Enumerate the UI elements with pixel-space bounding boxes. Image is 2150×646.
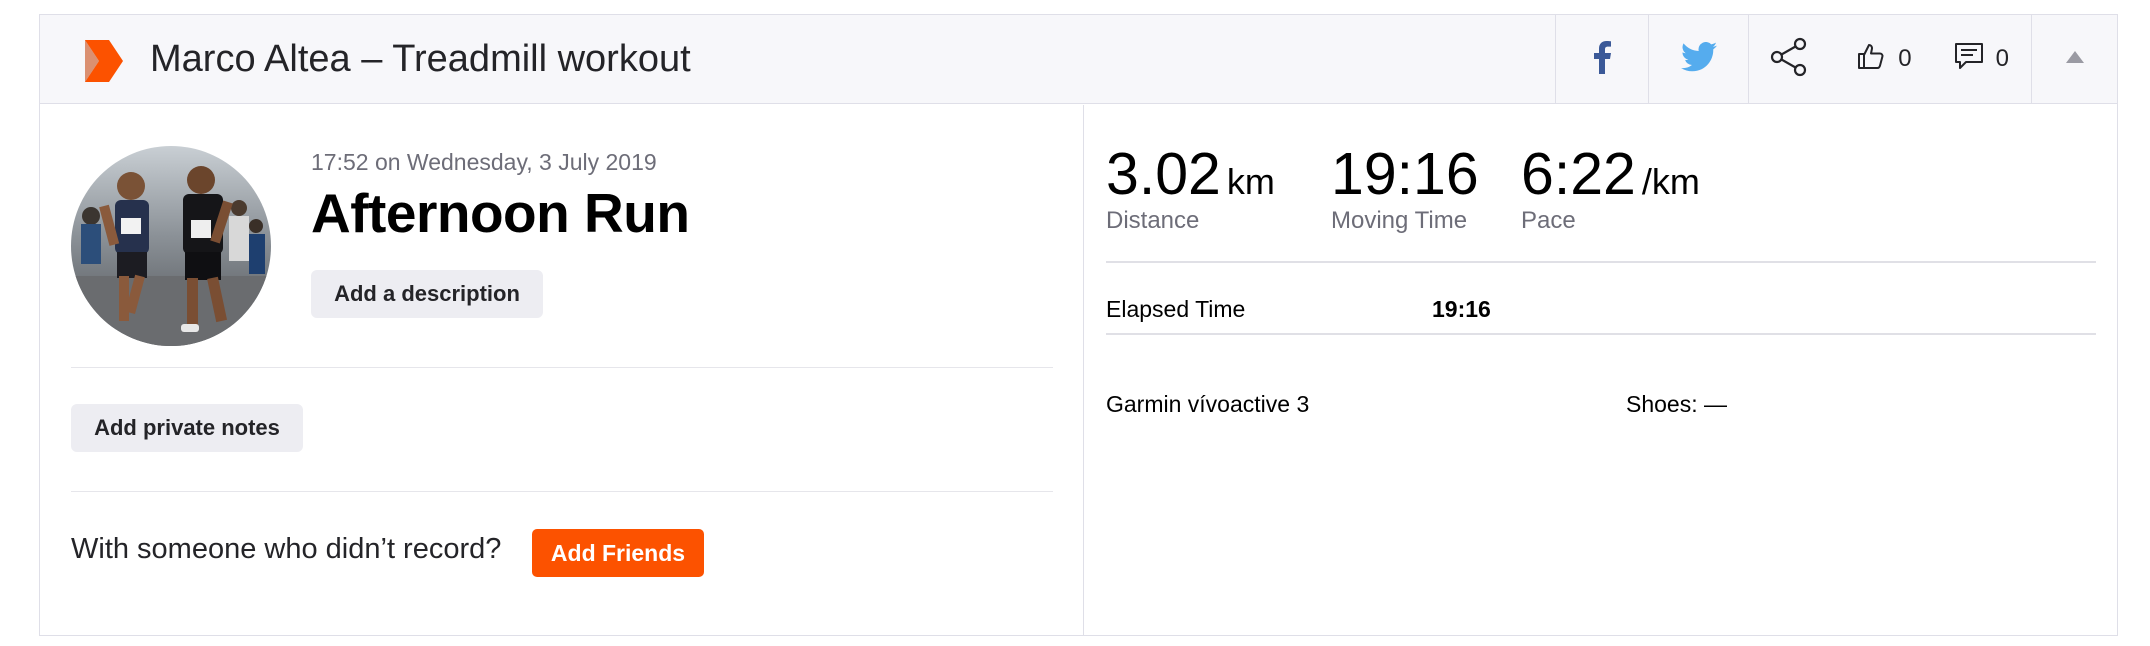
activity-title[interactable]: Afternoon Run <box>311 181 690 245</box>
twitter-share-button[interactable] <box>1648 15 1748 103</box>
elapsed-time-value: 19:16 <box>1432 296 1491 322</box>
pace-value: 6:22 <box>1521 141 1636 207</box>
social-counts: 0 0 <box>1828 15 2031 103</box>
comments-button[interactable]: 0 <box>1954 41 2009 78</box>
kudos-count: 0 <box>1898 45 1912 72</box>
header-title: Marco Altea – Treadmill workout <box>150 38 691 80</box>
share-button[interactable] <box>1748 15 1828 103</box>
thumbs-up-icon <box>1856 41 1886 78</box>
facebook-icon <box>1593 40 1612 79</box>
distance-unit: km <box>1226 161 1275 202</box>
comments-count: 0 <box>1995 45 2009 72</box>
brand-chevron-icon <box>85 40 123 82</box>
pace-label: Pace <box>1521 207 1576 234</box>
activity-summary: 17:52 on Wednesday, 3 July 2019 Afternoo… <box>40 105 1084 635</box>
activity-stats: 3.02 km Distance 19:16 Moving Time 6:22/k… <box>1085 105 2117 635</box>
shoes-info: Shoes: — <box>1626 391 1727 417</box>
comment-icon <box>1954 41 1984 78</box>
moving-time-value: 19:16 <box>1331 141 1479 207</box>
distance-value: 3.02 <box>1106 141 1221 207</box>
facebook-share-button[interactable] <box>1555 15 1648 103</box>
activity-header: Marco Altea – Treadmill workout 0 0 <box>40 15 2117 104</box>
caret-up-icon <box>2065 50 2084 68</box>
add-description-button[interactable]: Add a description <box>311 270 543 318</box>
share-icon <box>1769 37 1809 82</box>
header-actions: 0 0 <box>1555 15 2117 103</box>
divider <box>71 367 1053 368</box>
avatar[interactable] <box>71 146 271 346</box>
pace-unit: /km <box>1641 161 1700 202</box>
divider <box>71 491 1053 492</box>
divider <box>1106 333 2096 335</box>
stat-distance: 3.02 km Distance <box>1106 143 1275 235</box>
divider <box>1106 261 2096 263</box>
activity-card: Marco Altea – Treadmill workout 0 0 17:5… <box>39 14 2118 636</box>
collapse-button[interactable] <box>2031 15 2117 103</box>
add-private-notes-button[interactable]: Add private notes <box>71 404 303 452</box>
stat-moving-time: 19:16 Moving Time <box>1331 143 1479 235</box>
stat-pace: 6:22/km Pace <box>1521 143 1700 235</box>
friends-prompt: With someone who didn’t record? <box>71 533 502 565</box>
moving-time-label: Moving Time <box>1331 207 1468 234</box>
device-name: Garmin vívoactive 3 <box>1106 391 1310 417</box>
twitter-icon <box>1680 41 1717 77</box>
kudos-button[interactable]: 0 <box>1856 41 1912 78</box>
distance-label: Distance <box>1106 207 1200 234</box>
activity-timestamp: 17:52 on Wednesday, 3 July 2019 <box>311 149 657 175</box>
add-friends-button[interactable]: Add Friends <box>532 529 704 577</box>
elapsed-time-label: Elapsed Time <box>1106 296 1246 322</box>
